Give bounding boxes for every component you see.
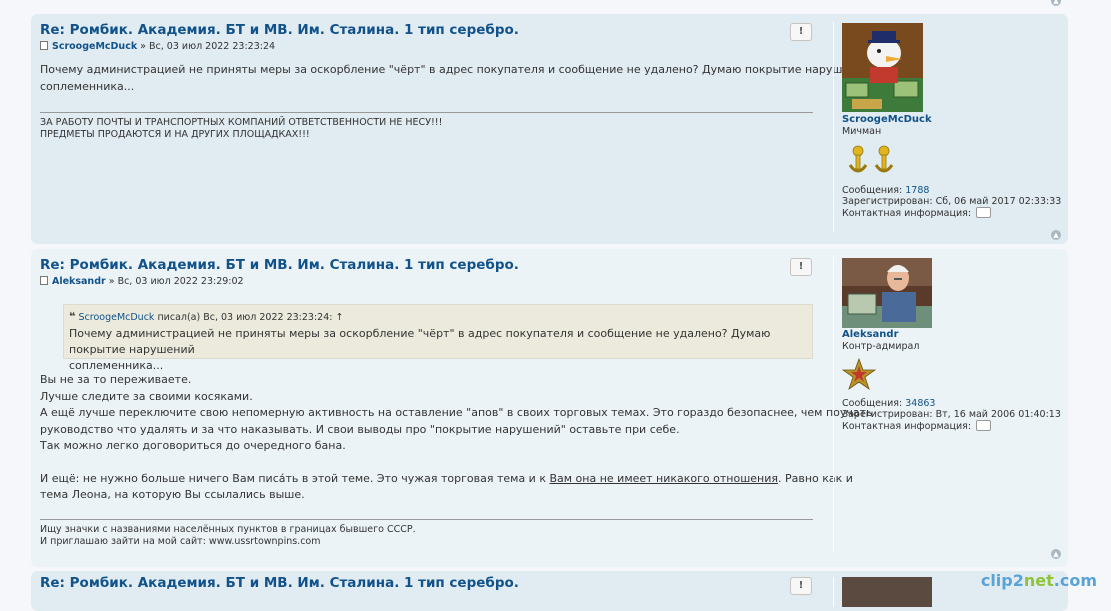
signature-line: Ищу значки с названиями населённых пункт…: [40, 524, 416, 535]
registered-date: Вт, 16 май 2006 01:40:13: [935, 409, 1061, 420]
profile-divider: [833, 22, 834, 232]
messages-count[interactable]: 34863: [905, 398, 935, 409]
quote-wrote[interactable]: писал(а) Вс, 03 июл 2022 23:23:24: ↑: [157, 312, 343, 323]
post: Re: Ромбик. Академия. БТ и МВ. Им. Стали…: [31, 249, 1068, 567]
registered-label: Зарегистрирован:: [842, 409, 933, 420]
post-title[interactable]: Re: Ромбик. Академия. БТ и МВ. Им. Стали…: [40, 22, 519, 38]
post-text-line: Почему администрацией не приняты меры за…: [40, 63, 871, 76]
rank-badge-icon: [842, 141, 902, 181]
profile-contact: Контактная информация:: [842, 207, 1061, 219]
post-date: Вс, 03 июл 2022 23:29:02: [117, 276, 244, 287]
rank-badge-icon: [841, 357, 877, 392]
post: Re: Ромбик. Академия. БТ и МВ. Им. Стали…: [31, 14, 1068, 244]
post-text-line: руководство что удалять и за что наказыв…: [40, 422, 680, 436]
profile-divider: [833, 577, 834, 607]
post-author[interactable]: ScroogeMcDuck: [52, 41, 137, 52]
messages-count[interactable]: 1788: [905, 185, 929, 196]
back-to-top-icon[interactable]: ▲: [1051, 549, 1061, 559]
contact-icon[interactable]: [976, 207, 992, 218]
post-title[interactable]: Re: Ромбик. Академия. БТ и МВ. Им. Стали…: [40, 575, 519, 591]
quote-line: Почему администрацией не приняты меры за…: [69, 327, 771, 356]
profile-contact: Контактная информация:: [842, 420, 1061, 432]
profile-messages: Сообщения: 1788: [842, 185, 1061, 196]
post-text-line: соплеменника...: [40, 79, 135, 93]
profile-registered: Зарегистрирован: Вт, 16 май 2006 01:40:1…: [842, 409, 1061, 420]
quote-author[interactable]: ScroogeMcDuck: [79, 312, 155, 323]
post-title[interactable]: Re: Ромбик. Академия. БТ и МВ. Им. Стали…: [40, 257, 519, 273]
signature-line: ПРЕДМЕТЫ ПРОДАЮТСЯ И НА ДРУГИХ ПЛОЩАДКАХ…: [40, 129, 310, 140]
avatar[interactable]: [842, 258, 932, 328]
post-icon[interactable]: [40, 276, 48, 285]
post-content: Вы не за то переживаете. Лучше следите з…: [40, 372, 873, 504]
post-text-line: Так можно легко договориться до очередно…: [40, 439, 346, 452]
post-link[interactable]: Вам она не имеет никакого отношения: [549, 472, 778, 485]
post-meta: ScroogeMcDuck » Вс, 03 июл 2022 23:23:24: [40, 41, 275, 52]
post-meta: Aleksandr » Вс, 03 июл 2022 23:29:02: [40, 276, 244, 287]
post-text-line: И ещё: не нужно больше ничего Вам писа́т…: [40, 471, 873, 488]
scrollbar-track[interactable]: [1081, 0, 1111, 593]
quote-block: ❝ ScroogeMcDuck писал(а) Вс, 03 июл 2022…: [63, 304, 813, 372]
post: Re: Ромбик. Академия. БТ и МВ. Им. Стали…: [31, 571, 1068, 611]
profile-rank: Мичман: [842, 126, 882, 137]
contact-label: Контактная информация:: [842, 421, 972, 432]
quote-header: ❝ ScroogeMcDuck писал(а) Вс, 03 июл 2022…: [69, 309, 807, 326]
report-button[interactable]: !: [790, 577, 812, 595]
registered-date: Сб, 06 май 2017 02:33:33: [935, 196, 1062, 207]
signature-line: ЗА РАБОТУ ПОЧТЫ И ТРАНСПОРТНЫХ КОМПАНИЙ …: [40, 117, 443, 128]
registered-label: Зарегистрирован:: [842, 196, 933, 207]
back-to-top-icon[interactable]: ▲: [1051, 230, 1061, 240]
post-text: . Равно как и: [778, 471, 853, 485]
contact-icon[interactable]: [976, 420, 992, 431]
avatar[interactable]: [842, 23, 923, 112]
signature-divider: [40, 112, 813, 113]
quote-icon: ❝: [69, 310, 76, 323]
post-text-line: Вы не за то переживаете.: [40, 373, 192, 386]
profile-registered: Зарегистрирован: Сб, 06 май 2017 02:33:3…: [842, 196, 1061, 207]
back-to-top-icon[interactable]: ▲: [1051, 0, 1061, 6]
post-profile: ScroogeMcDuck Мичман Сообщения: 1788 Зар…: [842, 23, 1061, 219]
signature-divider: [40, 519, 813, 520]
post-text-line: А ещё лучше переключите свою непомерную …: [40, 406, 873, 419]
report-button[interactable]: !: [790, 23, 812, 41]
profile-username[interactable]: Aleksandr: [842, 329, 1061, 340]
watermark-logo: clip2net.com: [980, 571, 1097, 590]
avatar[interactable]: [842, 577, 932, 607]
contact-label: Контактная информация:: [842, 208, 972, 219]
post-icon[interactable]: [40, 41, 48, 50]
report-button[interactable]: !: [790, 258, 812, 276]
profile-divider: [833, 257, 834, 553]
post-author[interactable]: Aleksandr: [52, 276, 106, 287]
post-text-line: Лучше следите за своими косяками.: [40, 389, 253, 403]
signature: ЗА РАБОТУ ПОЧТЫ И ТРАНСПОРТНЫХ КОМПАНИЙ …: [40, 117, 442, 141]
messages-label: Сообщения:: [842, 185, 903, 196]
post-text-line: тема Леона, на которую Вы ссылались выше…: [40, 488, 305, 501]
messages-label: Сообщения:: [842, 398, 903, 409]
post-date: Вс, 03 июл 2022 23:23:24: [149, 41, 276, 52]
post-text: И ещё: не нужно больше ничего Вам писа́т…: [40, 471, 550, 485]
signature-line: И приглашаю зайти на мой сайт: www.ussrt…: [40, 536, 321, 547]
post-content: Почему администрацией не приняты меры за…: [40, 62, 871, 95]
signature: Ищу значки с названиями населённых пункт…: [40, 524, 416, 548]
meta-separator: »: [140, 41, 146, 52]
profile-messages: Сообщения: 34863: [842, 398, 1061, 409]
profile-username[interactable]: ScroogeMcDuck: [842, 114, 1061, 125]
meta-separator: »: [108, 276, 115, 287]
profile-rank: Контр-адмирал: [842, 341, 920, 352]
post-profile: Aleksandr Контр-адмирал Сообщения: 34863…: [841, 258, 1061, 432]
